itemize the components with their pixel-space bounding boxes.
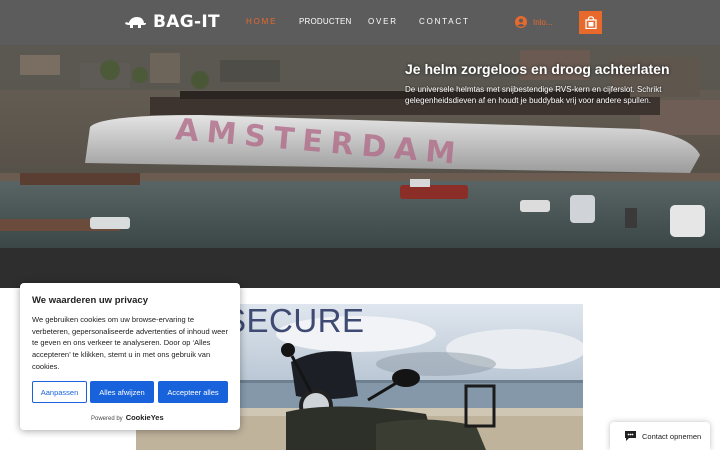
- section-divider: [0, 248, 720, 288]
- turtle-logo-icon: [125, 17, 146, 28]
- nav-producten[interactable]: PRODUCTEN: [299, 17, 351, 26]
- contact-label: Contact opnemen: [642, 431, 702, 441]
- cookie-title: We waarderen uw privacy: [32, 295, 148, 306]
- product-image-title: SECURE: [224, 304, 365, 339]
- cookie-customize-button[interactable]: Aanpassen: [32, 381, 87, 403]
- cart-button[interactable]: [579, 11, 602, 34]
- contact-chat-button[interactable]: Contact opnemen: [610, 422, 710, 450]
- cookie-reject-all-button[interactable]: Alles afwijzen: [90, 381, 154, 403]
- cookie-accept-all-button[interactable]: Accepteer alles: [158, 381, 228, 403]
- powered-by-label: Powered by: [91, 416, 123, 422]
- shopping-bag-icon: [584, 16, 597, 29]
- hero-banner: AMSTERDAM Je helm zorgeloos en droog ach…: [0, 45, 720, 248]
- user-circle-icon: [515, 16, 527, 28]
- powered-by: Powered by CookieYes: [91, 413, 164, 422]
- brand-name: BAG-IT: [153, 12, 220, 32]
- nav-home[interactable]: HOME: [246, 17, 277, 26]
- page: BAG-IT HOME PRODUCTEN OVER CONTACT Inlo.…: [0, 0, 720, 450]
- nav-over[interactable]: OVER: [368, 17, 398, 26]
- site-header: BAG-IT HOME PRODUCTEN OVER CONTACT Inlo.…: [0, 0, 720, 45]
- cookie-description: We gebruiken cookies om uw browse-ervari…: [32, 315, 228, 371]
- nav-contact[interactable]: CONTACT: [419, 17, 470, 26]
- hero-title: Je helm zorgeloos en droog achterlaten: [405, 61, 670, 77]
- login-button[interactable]: Inlo...: [515, 16, 553, 28]
- brand-logo[interactable]: BAG-IT: [125, 12, 220, 32]
- cookieyes-logo[interactable]: CookieYes: [126, 413, 164, 422]
- chat-bubble-icon: [625, 431, 636, 441]
- hero-description: De universele helmtas met snijbestendige…: [405, 85, 662, 105]
- cookie-consent-banner: We waarderen uw privacy We gebruiken coo…: [20, 283, 240, 430]
- login-label: Inlo...: [533, 17, 553, 27]
